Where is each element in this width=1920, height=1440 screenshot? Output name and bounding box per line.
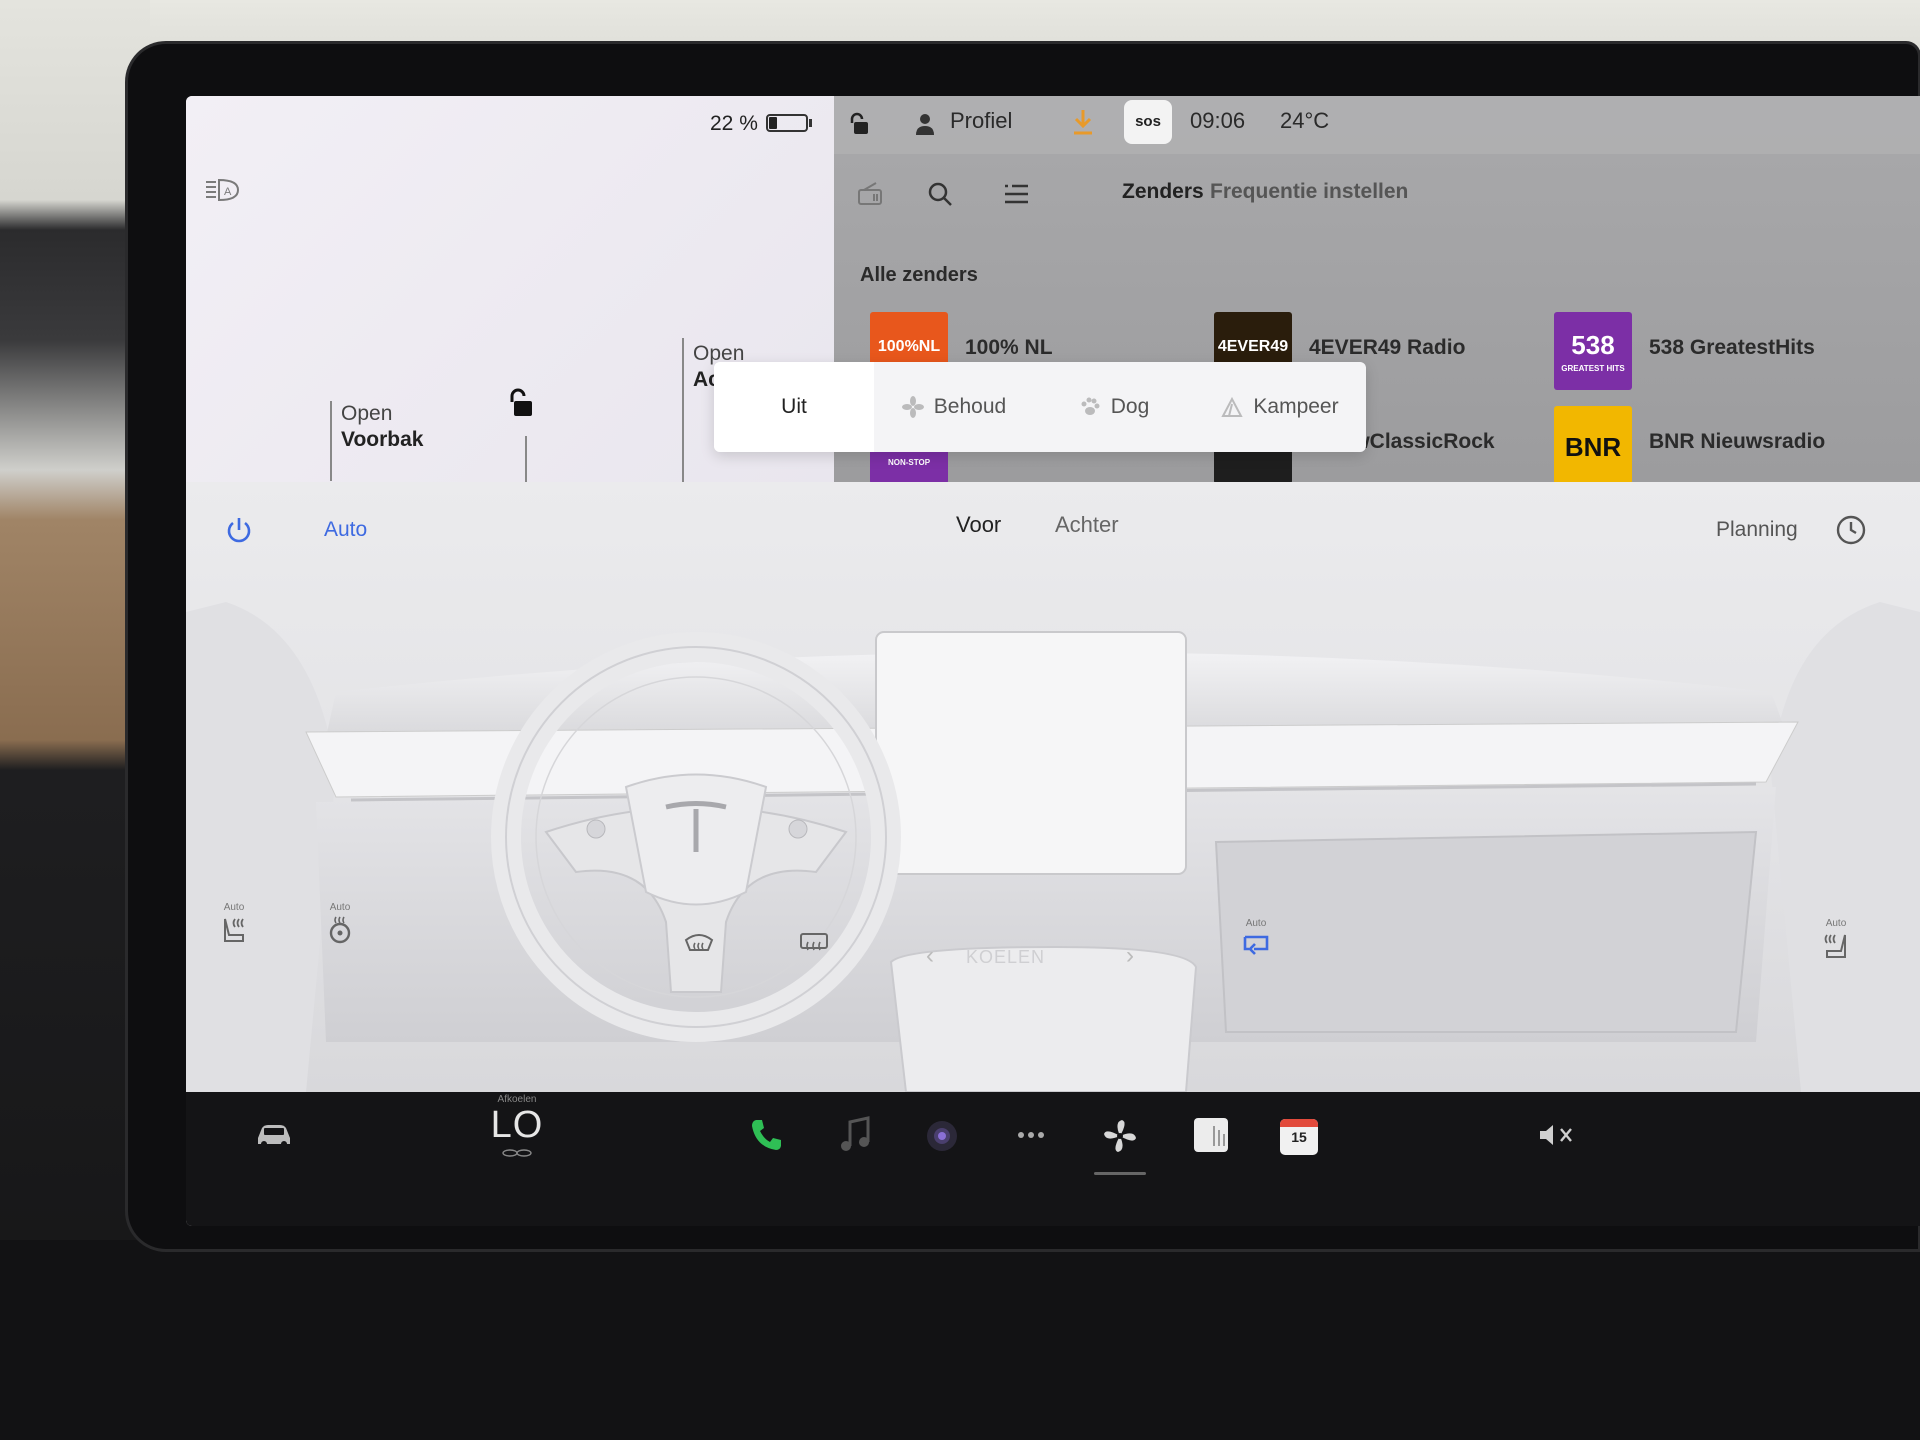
profile-label[interactable]: Profiel <box>950 108 1012 134</box>
auto-climate-toggle[interactable]: Auto <box>324 518 367 542</box>
driver-seat-auto-label: Auto <box>223 902 245 913</box>
battery-fill <box>769 117 777 129</box>
front-defrost-icon <box>684 934 714 951</box>
mode-label-camp: Kampeer <box>1253 395 1339 418</box>
temperature-setting: LO <box>490 1104 544 1146</box>
cabin-illustration <box>186 602 1920 1092</box>
station-logo: 538 GREATEST HITS <box>1554 312 1632 390</box>
calendar-header <box>1280 1119 1318 1127</box>
temperature-control[interactable]: Afkoelen LO <box>482 1092 552 1163</box>
mode-label-dog: Dog <box>1110 395 1150 418</box>
station-logo-text: 4EVER49 <box>1217 338 1289 355</box>
profile-icon[interactable] <box>914 112 936 136</box>
airflow-prev-arrow[interactable]: ‹ <box>926 942 934 970</box>
station-item[interactable]: 538 GREATEST HITS 538 GreatestHits <box>1554 312 1874 392</box>
seat-indicator-icon <box>502 1149 532 1157</box>
passenger-seat-auto-label: Auto <box>1825 918 1847 929</box>
search-icon[interactable] <box>926 180 954 208</box>
station-logo-text: 538 <box>1571 330 1615 360</box>
mode-option-camp[interactable]: Kampeer <box>1194 362 1366 452</box>
music-icon[interactable] <box>838 1116 872 1154</box>
sos-button[interactable]: SOS <box>1124 100 1172 144</box>
station-name: 538 GreatestHits <box>1649 336 1815 359</box>
airflow-mode-label: KOELEN <box>966 947 1046 967</box>
more-apps-icon[interactable] <box>1016 1130 1046 1140</box>
outside-temperature: 24°C <box>1280 108 1330 133</box>
tent-icon <box>1221 397 1244 418</box>
station-name: BNR Nieuwsradio <box>1649 430 1826 453</box>
recirculate-icon <box>1243 935 1269 955</box>
bottom-dock: Afkoelen LO 15 <box>186 1092 1920 1226</box>
steering-heat-auto-label: Auto <box>329 902 351 913</box>
tab-stations[interactable]: Zenders <box>1122 180 1204 204</box>
touchscreen: 22 % A Open Voorbak Open Ac Profiel sos … <box>186 96 1920 1226</box>
active-app-indicator <box>1094 1172 1146 1175</box>
seat-heater-icon <box>1824 934 1846 958</box>
calendar-day: 15 <box>1291 1129 1307 1145</box>
car-icon[interactable] <box>254 1120 294 1150</box>
status-bar: Profiel SOS 09:06 24°C <box>834 96 1920 154</box>
steering-wheel-heater-button[interactable]: Auto <box>320 902 360 945</box>
airflow-next-arrow[interactable]: › <box>1126 942 1134 970</box>
mode-option-off[interactable]: Uit <box>714 362 874 452</box>
seat-heater-icon <box>224 918 244 942</box>
tab-rear[interactable]: Achter <box>1055 512 1119 538</box>
fan-icon <box>901 396 924 419</box>
battery-icon <box>766 114 808 132</box>
frunk-action: Open <box>341 402 393 425</box>
tab-set-frequency[interactable]: Frequentie instellen <box>1210 180 1408 204</box>
frunk-pointer-line-2 <box>525 436 527 486</box>
frunk-pointer-line <box>330 401 332 481</box>
climate-power-icon[interactable] <box>224 516 254 546</box>
background-console <box>0 1240 1920 1440</box>
station-logo-subtext: GREATEST HITS <box>1561 364 1625 373</box>
rear-defrost-button[interactable] <box>794 928 834 958</box>
mode-option-dog[interactable]: Dog <box>1034 362 1194 452</box>
lock-status-icon[interactable] <box>848 112 870 136</box>
list-icon[interactable] <box>1002 180 1030 208</box>
sos-label: SOS <box>1135 113 1161 130</box>
passenger-seat-heater-button[interactable]: Auto <box>1816 918 1856 961</box>
driver-seat-heater-button[interactable]: Auto <box>214 902 254 945</box>
open-frunk-button[interactable]: Open Voorbak <box>341 401 423 453</box>
phone-icon[interactable] <box>746 1114 786 1154</box>
camera-icon[interactable] <box>924 1118 960 1154</box>
unlock-icon[interactable] <box>506 388 534 418</box>
toybox-icon[interactable] <box>1192 1116 1230 1154</box>
station-name: 100% NL <box>965 336 1053 359</box>
calendar-app[interactable]: 15 <box>1280 1119 1318 1155</box>
station-name: 4EVER49 Radio <box>1309 336 1466 359</box>
climate-panel: Auto Voor Achter Planning Auto Auto ‹ KO… <box>186 482 1920 1092</box>
auto-headlights-icon[interactable]: A <box>204 176 242 204</box>
paw-icon <box>1081 397 1100 416</box>
front-defrost-button[interactable] <box>679 928 719 958</box>
battery-nub <box>809 119 812 127</box>
radio-source-icon[interactable] <box>856 180 884 208</box>
station-logo-text: BNR <box>1564 432 1622 462</box>
download-icon[interactable] <box>1071 108 1095 136</box>
recirculate-button[interactable]: Auto <box>1236 918 1276 959</box>
schedule-button[interactable]: Planning <box>1716 518 1798 542</box>
climate-keep-mode-menu: Uit Behoud Dog Kampeer <box>714 362 1366 452</box>
trunk-pointer-line <box>682 338 684 483</box>
tab-front[interactable]: Voor <box>956 512 1001 538</box>
mode-option-keep[interactable]: Behoud <box>874 362 1034 452</box>
fan-icon[interactable] <box>1100 1116 1140 1156</box>
svg-text:A: A <box>224 186 232 198</box>
all-stations-heading: Alle zenders <box>860 264 978 286</box>
clock-time: 09:06 <box>1190 108 1246 133</box>
battery-percent: 22 % <box>710 112 758 135</box>
mute-volume-icon[interactable] <box>1538 1122 1578 1148</box>
schedule-clock-icon[interactable] <box>1835 514 1867 546</box>
station-logo-subtext: NON-STOP <box>887 458 931 467</box>
rear-defrost-icon <box>800 933 828 951</box>
mode-label-keep: Behoud <box>933 395 1007 418</box>
station-logo: BNR <box>1554 406 1632 484</box>
station-item[interactable]: BNR BNR Nieuwsradio <box>1554 406 1874 486</box>
mode-label-off: Uit <box>781 395 807 418</box>
recirculate-auto-label: Auto <box>1245 918 1267 929</box>
steering-heater-icon <box>329 916 351 944</box>
frunk-name: Voorbak <box>341 428 424 451</box>
station-logo-text: 100%NL <box>877 338 941 355</box>
